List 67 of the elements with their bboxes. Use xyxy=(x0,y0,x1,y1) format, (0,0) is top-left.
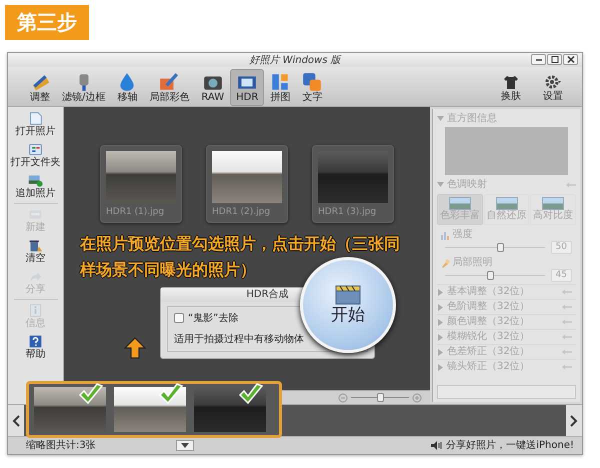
toolbar-button[interactable]: 换肤 xyxy=(490,69,532,106)
toolbar-button[interactable]: 局部彩色 xyxy=(143,69,196,106)
help-icon xyxy=(27,334,44,349)
sidebar-button[interactable]: 打开文件夹 xyxy=(10,140,60,171)
tiles-icon xyxy=(302,72,322,92)
thumbnail-count: 缩略图共计:3张 xyxy=(26,438,96,453)
window-title: 好照片 Windows 版 xyxy=(249,55,341,66)
photo-placeholder xyxy=(318,151,388,203)
photo-filename: HDR1 (3).jpg xyxy=(318,206,378,219)
toolbar-button[interactable]: RAW xyxy=(195,69,230,106)
caret-icon xyxy=(180,443,189,448)
panel-heading: 色调映射 xyxy=(447,178,488,191)
toolbar-button[interactable]: 滤镜/边框 xyxy=(56,69,112,106)
sidebar-button[interactable]: 追加照片 xyxy=(16,171,56,202)
toolbar-button[interactable]: HDR xyxy=(230,69,264,106)
sidebar-button[interactable]: 清空 xyxy=(26,236,46,267)
paint-pen-icon xyxy=(159,72,180,92)
photo-filename: HDR1 (2).jpg xyxy=(212,206,272,219)
preset-thumbnail xyxy=(542,197,564,210)
folder-icon xyxy=(27,142,44,157)
thumbnail-placeholder[interactable] xyxy=(34,387,106,432)
torch-icon xyxy=(440,258,450,268)
toggle-button[interactable] xyxy=(176,440,194,451)
thumbnail-placeholder[interactable] xyxy=(194,387,266,432)
bar-chart-icon xyxy=(440,230,450,240)
grid-icon xyxy=(270,72,290,92)
photo-placeholder xyxy=(106,151,176,203)
zoom-out-icon[interactable] xyxy=(338,392,348,402)
toolbar-button[interactable]: 文字 xyxy=(296,69,328,106)
photo-filename: HDR1 (1).jpg xyxy=(106,206,166,219)
instruction-text: 在照片预览位置勾选照片，点击开始（三张同样场景不同曝光的照片） xyxy=(78,232,401,280)
chevron-left-icon xyxy=(12,414,20,426)
image-plus-icon xyxy=(27,173,44,188)
preset-thumbnail xyxy=(448,197,471,210)
slider-label: 强度 xyxy=(452,228,472,241)
panel-heading: 直方图信息 xyxy=(447,112,497,125)
step-banner: 第三步 xyxy=(5,5,89,40)
close-icon xyxy=(566,55,576,64)
photo-placeholder xyxy=(212,151,282,203)
share-promo-link[interactable]: 分享好照片，一键送iPhone! xyxy=(446,438,574,453)
zoom-slider-thumb[interactable] xyxy=(377,393,384,402)
close-button[interactable] xyxy=(563,54,578,65)
maximize-icon xyxy=(550,55,560,64)
info-icon xyxy=(27,303,44,318)
preset-thumbnail xyxy=(496,197,518,210)
next-button[interactable] xyxy=(566,405,582,436)
settings-icon xyxy=(544,72,562,90)
maximize-button[interactable] xyxy=(547,54,562,65)
sidebar-button[interactable]: 帮助 xyxy=(26,332,46,363)
previous-button[interactable] xyxy=(8,405,24,436)
toolbar-button[interactable]: 设置 xyxy=(532,69,574,106)
clapperboard-icon xyxy=(335,284,361,304)
minimize-button[interactable] xyxy=(531,54,546,65)
toolbar-button[interactable]: 拼图 xyxy=(264,69,296,106)
chevron-right-icon xyxy=(570,414,578,426)
ghost-removal-checkbox[interactable]: “鬼影”去除 xyxy=(174,310,238,326)
toolbar-button[interactable]: 调整 xyxy=(24,69,56,106)
up-arrow-icon xyxy=(124,337,146,359)
slider-label: 局部照明 xyxy=(452,256,492,269)
zoom-in-icon[interactable] xyxy=(412,392,422,402)
thumbnail-placeholder[interactable] xyxy=(114,387,186,432)
sidebar-button[interactable]: 打开照片 xyxy=(16,109,56,140)
trash-icon xyxy=(27,238,44,253)
speaker-icon xyxy=(431,441,444,450)
page-icon xyxy=(27,111,44,126)
toolbar-button[interactable]: 移轴 xyxy=(111,69,144,106)
option-description: 适用于拍摄过程中有移动物体 xyxy=(174,332,305,347)
